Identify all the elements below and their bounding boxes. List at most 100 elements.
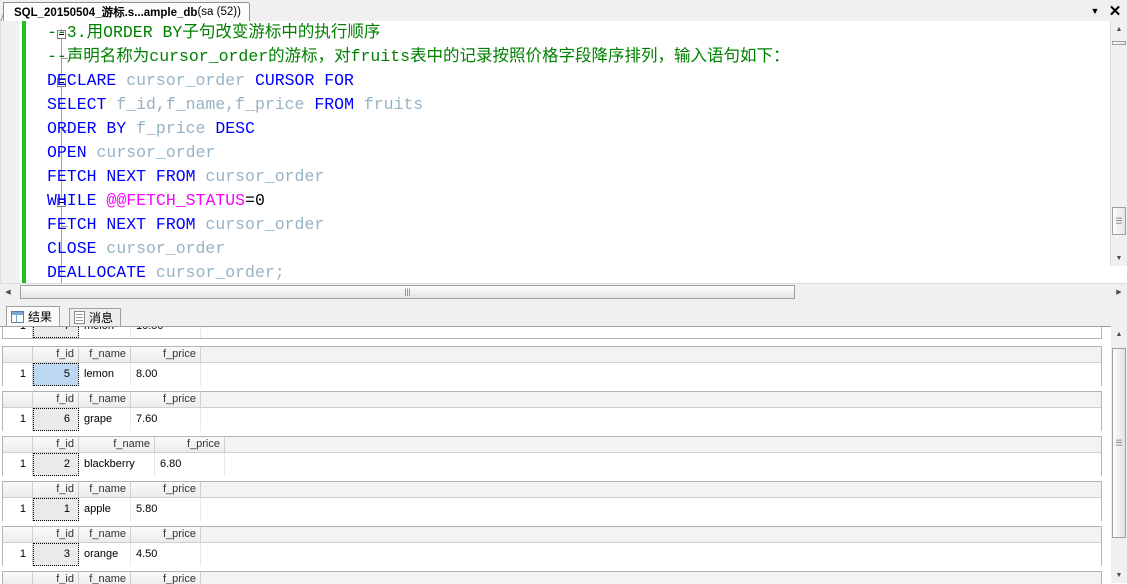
scroll-down-icon[interactable]: ▼	[1111, 250, 1127, 266]
grid-corner-header[interactable]	[3, 527, 33, 542]
grid-data-row[interactable]: 1 3 orange 4.50	[3, 543, 1101, 566]
grid-cell-f_name[interactable]: melon	[79, 327, 131, 338]
code-line[interactable]: WHILE @@FETCH_STATUS=0	[45, 189, 1127, 213]
grid-column-header-f_price[interactable]: f_price	[131, 572, 201, 584]
grid-cell-f_name[interactable]: lemon	[79, 363, 131, 386]
grid-column-header-f_id[interactable]: f_id	[33, 527, 79, 542]
document-tab-strip: SQL_20150504_游标.s...ample_db (sa (52)) ▼…	[0, 0, 1127, 22]
grid-column-header-f_price[interactable]: f_price	[155, 437, 225, 452]
sql-editor-pane[interactable]: --3.用ORDER BY子句改变游标中的执行顺序 --声明名称为cursor_o…	[0, 21, 1127, 283]
grid-row-number[interactable]: 1	[3, 498, 33, 521]
grid-column-header-f_price[interactable]: f_price	[131, 347, 201, 362]
grid-cell-f_id[interactable]: 7	[33, 327, 79, 338]
grid-column-header-f_id[interactable]: f_id	[33, 572, 79, 584]
code-token-idf: cursor_order;	[146, 263, 285, 282]
grid-corner-header[interactable]	[3, 437, 33, 452]
grid-column-header-f_price[interactable]: f_price	[131, 527, 201, 542]
selection-margin	[1, 21, 20, 283]
result-grid[interactable]: f_id f_name f_price 1 5 lemon 8.00	[2, 346, 1102, 386]
grid-column-header-f_name[interactable]: f_name	[79, 437, 155, 452]
scroll-left-icon[interactable]: ◀	[0, 284, 16, 300]
grid-column-header-f_id[interactable]: f_id	[33, 392, 79, 407]
grid-corner-header[interactable]	[3, 482, 33, 497]
chevron-down-icon[interactable]: ▼	[1087, 2, 1103, 20]
scroll-up-icon[interactable]: ▲	[1111, 326, 1127, 342]
scroll-up-icon[interactable]: ▲	[1111, 21, 1127, 37]
grid-corner-header[interactable]	[3, 572, 33, 584]
code-line[interactable]: SELECT f_id,f_name,f_price FROM fruits	[45, 93, 1127, 117]
grid-row-number[interactable]: 1	[3, 453, 33, 476]
grid-cell-f_id[interactable]: 3	[33, 543, 79, 566]
results-vertical-scrollbar[interactable]: ▲ ☰ ▼	[1111, 326, 1127, 583]
grid-cell-f_price[interactable]: 6.80	[155, 453, 225, 476]
grid-column-header-f_name[interactable]: f_name	[79, 527, 131, 542]
grid-row-number[interactable]: 1	[3, 327, 33, 338]
outlining-margin[interactable]	[27, 21, 68, 283]
result-grid[interactable]: f_id f_name f_price 1 1 apple 5.80	[2, 481, 1102, 521]
grid-column-header-f_id[interactable]: f_id	[33, 347, 79, 362]
result-grid[interactable]: f_id f_name f_price 1 2 blackberry 6.80	[2, 436, 1102, 476]
grid-cell-f_id[interactable]: 1	[33, 498, 79, 521]
code-line[interactable]: DEALLOCATE cursor_order;	[45, 261, 1127, 283]
results-tab-messages[interactable]: 消息	[69, 308, 122, 326]
close-icon[interactable]: ✕	[1107, 2, 1123, 20]
grid-cell-f_name[interactable]: blackberry	[79, 453, 155, 476]
results-vscroll-thumb[interactable]: ☰	[1112, 348, 1126, 538]
code-token-kw: CURSOR FOR	[254, 71, 354, 90]
grid-cell-f_price[interactable]: 7.60	[131, 408, 201, 431]
grid-column-header-f_name[interactable]: f_name	[79, 572, 131, 584]
editor-hscroll-thumb[interactable]: |||	[20, 285, 795, 299]
grid-cell-f_price[interactable]: 5.80	[131, 498, 201, 521]
grid-cell-f_price[interactable]: 10.50	[131, 327, 201, 338]
grid-column-header-f_name[interactable]: f_name	[79, 392, 131, 407]
grid-corner-header[interactable]	[3, 392, 33, 407]
code-line[interactable]: ORDER BY f_price DESC	[45, 117, 1127, 141]
grid-cell-f_name[interactable]: orange	[79, 543, 131, 566]
grid-data-row[interactable]: 1 7 melon 10.50	[3, 327, 1101, 338]
code-line[interactable]: --3.用ORDER BY子句改变游标中的执行顺序	[45, 21, 1127, 45]
editor-vscroll-thumb[interactable]: ☰	[1112, 207, 1126, 235]
grid-cell-f_price[interactable]: 4.50	[131, 543, 201, 566]
results-tab-results[interactable]: 结果	[6, 306, 61, 326]
grid-data-row[interactable]: 1 2 blackberry 6.80	[3, 453, 1101, 476]
grid-column-header-f_name[interactable]: f_name	[79, 482, 131, 497]
grid-cell-f_name[interactable]: apple	[79, 498, 131, 521]
scroll-down-icon[interactable]: ▼	[1111, 567, 1127, 583]
result-grid[interactable]: 1 7 melon 10.50	[2, 327, 1102, 339]
grid-row-number[interactable]: 1	[3, 408, 33, 431]
result-grid[interactable]: f_id f_name f_price	[2, 571, 1102, 584]
editor-vertical-scrollbar[interactable]: ▲ ☰ ▼	[1110, 21, 1127, 266]
code-line[interactable]: --声明名称为cursor_order的游标，对fruits表中的记录按照价格字…	[45, 45, 1127, 69]
grid-corner-header[interactable]	[3, 347, 33, 362]
code-line[interactable]: OPEN cursor_order	[45, 141, 1127, 165]
code-line[interactable]: FETCH NEXT FROM cursor_order	[45, 165, 1127, 189]
scroll-right-icon[interactable]: ▶	[1111, 284, 1127, 300]
grid-column-header-f_price[interactable]: f_price	[131, 392, 201, 407]
grid-cell-f_name[interactable]: grape	[79, 408, 131, 431]
code-line[interactable]: CLOSE cursor_order	[45, 237, 1127, 261]
result-grid[interactable]: f_id f_name f_price 1 6 grape 7.60	[2, 391, 1102, 431]
editor-vscroll-thumb-top[interactable]	[1112, 41, 1126, 45]
grid-column-header-f_id[interactable]: f_id	[33, 482, 79, 497]
code-text-area[interactable]: --3.用ORDER BY子句改变游标中的执行顺序 --声明名称为cursor_o…	[45, 21, 1127, 283]
grid-cell-f_id[interactable]: 2	[33, 453, 79, 476]
code-line[interactable]: FETCH NEXT FROM cursor_order	[45, 213, 1127, 237]
grid-row-number[interactable]: 1	[3, 363, 33, 386]
grid-column-header-f_name[interactable]: f_name	[79, 347, 131, 362]
grid-column-header-f_id[interactable]: f_id	[33, 437, 79, 452]
grid-cell-f_id[interactable]: 6	[33, 408, 79, 431]
code-token-idf: f_price	[126, 119, 216, 138]
grid-column-header-f_price[interactable]: f_price	[131, 482, 201, 497]
grid-data-row[interactable]: 1 1 apple 5.80	[3, 498, 1101, 521]
grid-data-row[interactable]: 1 5 lemon 8.00	[3, 363, 1101, 386]
grid-row-number[interactable]: 1	[3, 543, 33, 566]
results-grid-host[interactable]: 1 7 melon 10.50 f_id f_name f_price 1 5 lemon 8.00…	[0, 326, 1127, 584]
document-tab-sql-query[interactable]: SQL_20150504_游标.s...ample_db (sa (52))	[3, 2, 250, 21]
grid-cell-f_price[interactable]: 8.00	[131, 363, 201, 386]
code-token-idf: f_id,f_name,f_price	[106, 95, 315, 114]
result-grid[interactable]: f_id f_name f_price 1 3 orange 4.50	[2, 526, 1102, 566]
grid-data-row[interactable]: 1 6 grape 7.60	[3, 408, 1101, 431]
editor-horizontal-scrollbar[interactable]: ◀ ||| ▶	[0, 283, 1127, 301]
grid-cell-f_id[interactable]: 5	[33, 363, 79, 386]
code-line[interactable]: DECLARE cursor_order CURSOR FOR	[45, 69, 1127, 93]
